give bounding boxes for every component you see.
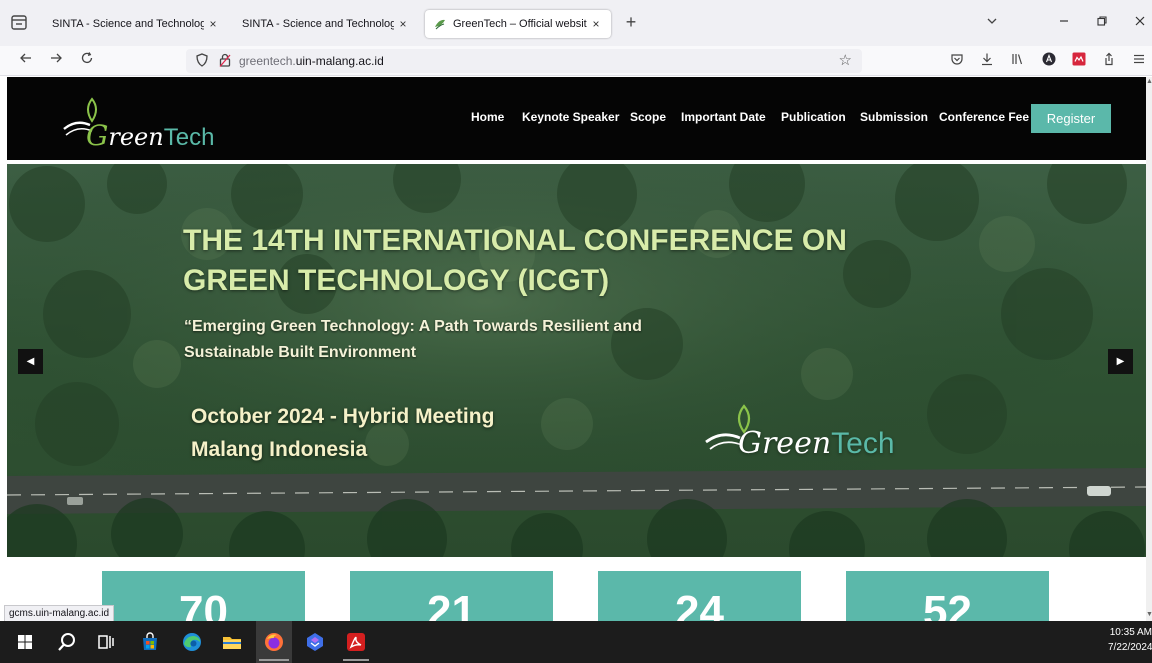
share-icon[interactable] (1100, 52, 1118, 70)
web-page: GreenTech Home Keynote Speaker Scope Imp… (7, 77, 1146, 621)
nav-conference-fee[interactable]: Conference Fee (939, 110, 1029, 124)
system-clock[interactable]: 10:35 AM 7/22/2024 (1108, 625, 1152, 655)
stat-value: 24 (675, 587, 724, 621)
url-text[interactable]: greentech.uin-malang.ac.id (239, 54, 384, 68)
firefox-running-indicator (259, 659, 289, 661)
edge-browser-icon[interactable] (180, 630, 204, 654)
stat-card: 24 (598, 571, 801, 621)
tab-title: SINTA - Science and Technology Ind (242, 18, 394, 30)
hero-logo-text: GreenTech (738, 426, 895, 461)
hero-subtitle-line-1: “Emerging Green Technology: A Path Towar… (184, 318, 642, 335)
stat-value: 52 (923, 587, 972, 621)
forward-arrow-icon[interactable] (46, 51, 66, 71)
logo-word-reen: reen (108, 123, 164, 151)
browser-tab-strip: SINTA - Science and Technology Ind × SIN… (0, 0, 1152, 46)
stat-value: 21 (427, 587, 476, 621)
register-button[interactable]: Register (1031, 104, 1111, 133)
downloads-icon[interactable] (978, 52, 996, 70)
nav-scope[interactable]: Scope (630, 110, 666, 124)
restore-icon[interactable] (1092, 14, 1112, 30)
copilot-icon[interactable] (303, 630, 327, 654)
slider-prev-arrow-icon[interactable]: ◀ (18, 349, 43, 374)
account-avatar-icon[interactable] (1040, 52, 1058, 70)
nav-publication[interactable]: Publication (781, 110, 846, 124)
stat-card: 21 (350, 571, 553, 621)
clock-time: 10:35 AM (1109, 627, 1152, 638)
site-logo-text: GreenTech (86, 119, 214, 152)
hero-event-info: October 2024 - Hybrid Meeting Malang Ind… (191, 400, 494, 466)
hero-subtitle: “Emerging Green Technology: A Path Towar… (184, 314, 664, 366)
hero-greentech-logo: GreenTech (704, 404, 924, 464)
url-domain: uin-malang.ac.id (295, 54, 384, 68)
firefox-icon[interactable] (262, 630, 286, 654)
list-all-tabs-chevron-icon[interactable] (982, 14, 1002, 30)
logo-word-tech: Tech (163, 124, 215, 151)
app-menu-icon[interactable] (1130, 52, 1148, 70)
hero-title-line-1: THE 14TH INTERNATIONAL CONFERENCE ON (183, 224, 847, 257)
nav-keynote-speaker[interactable]: Keynote Speaker (522, 110, 619, 124)
extension-icon[interactable] (1070, 52, 1088, 70)
slider-next-arrow-icon[interactable]: ▶ (1108, 349, 1133, 374)
address-bar[interactable]: greentech.uin-malang.ac.id ☆ (186, 49, 862, 73)
close-window-icon[interactable] (1130, 14, 1150, 30)
clock-date: 7/22/2024 (1108, 642, 1152, 653)
connection-lock-icon[interactable] (217, 52, 233, 68)
link-status-tooltip: gcms.uin-malang.ac.id (4, 605, 115, 622)
file-explorer-icon[interactable] (220, 630, 244, 654)
stat-value: 70 (179, 587, 228, 621)
acrobat-reader-icon[interactable] (344, 630, 368, 654)
hero-date-line: October 2024 - Hybrid Meeting (191, 405, 495, 428)
tab-close-icon[interactable]: × (396, 17, 410, 31)
tab-list-icon[interactable] (8, 12, 30, 34)
task-view-icon[interactable] (95, 630, 119, 654)
tab-sinta-1[interactable]: SINTA - Science and Technology Ind × (44, 10, 228, 38)
tracking-protection-shield-icon[interactable] (194, 52, 210, 68)
tab-title: GreenTech – Official website (453, 18, 587, 30)
windows-taskbar: 10:35 AM 7/22/2024 (0, 621, 1152, 663)
hero-title: THE 14TH INTERNATIONAL CONFERENCE ON GRE… (183, 221, 923, 301)
hero-subtitle-line-2: Sustainable Built Environment (184, 344, 417, 361)
hero-location-line: Malang Indonesia (191, 438, 368, 461)
tab-sinta-2[interactable]: SINTA - Science and Technology Ind × (234, 10, 418, 38)
microsoft-store-icon[interactable] (138, 630, 162, 654)
tab-title: SINTA - Science and Technology Ind (52, 18, 204, 30)
page-scrollbar[interactable] (1146, 77, 1152, 621)
stat-card: 52 (846, 571, 1049, 621)
greentech-favicon-icon (435, 19, 445, 30)
nav-submission[interactable]: Submission (860, 110, 928, 124)
hero-logo-word-reen: reen (761, 426, 832, 461)
scroll-up-arrow-icon[interactable]: ▲ (1146, 78, 1152, 85)
logo-letter-g: G (86, 119, 109, 152)
screen: SINTA - Science and Technology Ind × SIN… (0, 0, 1152, 663)
site-header: GreenTech Home Keynote Speaker Scope Imp… (7, 77, 1146, 160)
pocket-icon[interactable] (948, 52, 966, 70)
tab-close-icon[interactable]: × (589, 17, 603, 31)
back-arrow-icon[interactable] (16, 51, 36, 71)
hero-slider: THE 14TH INTERNATIONAL CONFERENCE ON GRE… (7, 164, 1146, 557)
nav-important-date[interactable]: Important Date (681, 110, 766, 124)
windows-start-icon[interactable] (13, 630, 37, 654)
greentech-logo[interactable]: GreenTech (62, 95, 242, 152)
hero-logo-letter-g: G (738, 426, 762, 461)
acrobat-running-indicator (343, 659, 369, 661)
url-subdomain: greentech. (239, 54, 296, 68)
tab-close-icon[interactable]: × (206, 17, 220, 31)
search-icon[interactable] (55, 630, 79, 654)
stat-card: 70 (102, 571, 305, 621)
bookmark-star-icon[interactable]: ☆ (839, 51, 852, 69)
scroll-down-arrow-icon[interactable]: ▼ (1146, 611, 1152, 618)
minimize-icon[interactable] (1054, 14, 1074, 30)
nav-home[interactable]: Home (471, 110, 504, 124)
hero-logo-word-tech: Tech (831, 427, 895, 460)
tab-greentech[interactable]: GreenTech – Official website × (425, 10, 611, 38)
hero-title-line-2: GREEN TECHNOLOGY (ICGT) (183, 264, 610, 297)
library-icon[interactable] (1008, 52, 1026, 70)
browser-toolbar: greentech.uin-malang.ac.id ☆ (0, 46, 1152, 76)
new-tab-button[interactable]: + (622, 13, 640, 32)
reload-icon[interactable] (77, 51, 97, 71)
